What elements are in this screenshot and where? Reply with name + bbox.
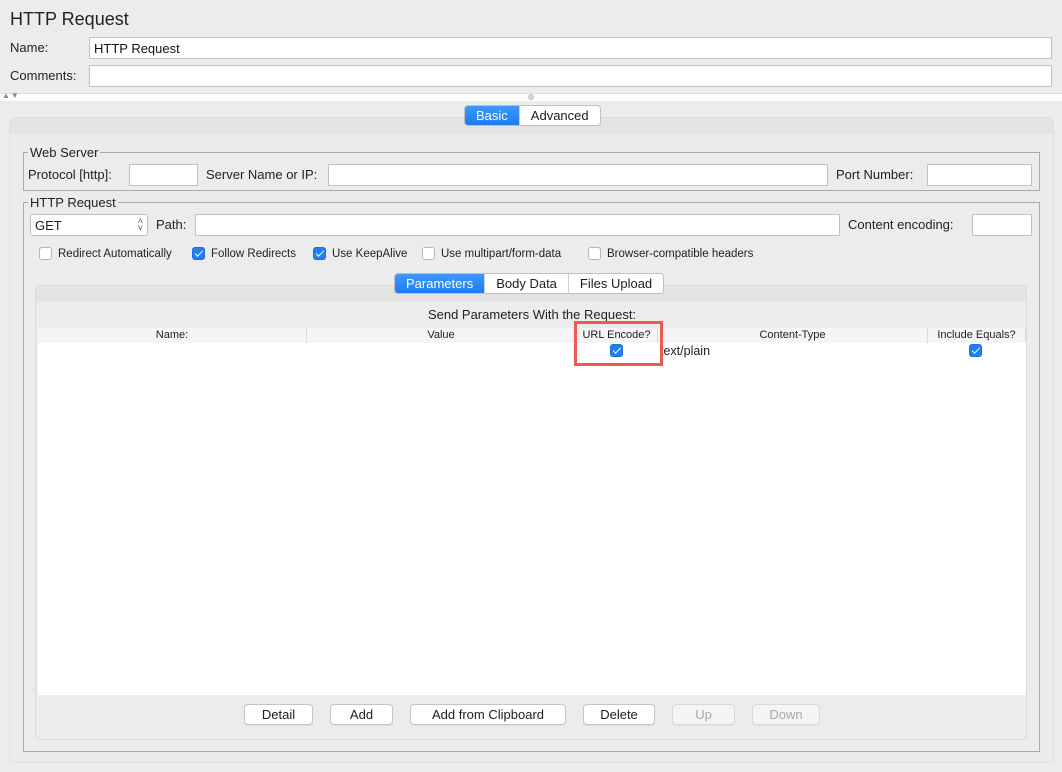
use-keepalive-option[interactable]: Use KeepAlive xyxy=(313,247,407,260)
splitter-arrows-icon[interactable]: ▲▼ xyxy=(2,91,20,100)
follow-redirects-option[interactable]: Follow Redirects xyxy=(192,247,296,260)
follow-redirects-checkbox[interactable] xyxy=(192,247,205,260)
down-button[interactable]: Down xyxy=(752,704,820,725)
tab-basic[interactable]: Basic xyxy=(465,106,519,125)
add-from-clipboard-button[interactable]: Add from Clipboard xyxy=(410,704,566,725)
redirect-automatically-checkbox[interactable] xyxy=(39,247,52,260)
follow-redirects-label: Follow Redirects xyxy=(211,247,296,260)
use-multipart-checkbox[interactable] xyxy=(422,247,435,260)
redirect-automatically-option[interactable]: Redirect Automatically xyxy=(39,247,172,260)
up-button[interactable]: Up xyxy=(672,704,735,725)
comments-input[interactable] xyxy=(89,65,1052,87)
column-header-name[interactable]: Name: xyxy=(38,328,307,343)
use-multipart-option[interactable]: Use multipart/form-data xyxy=(422,247,561,260)
browser-compatible-label: Browser-compatible headers xyxy=(607,247,754,260)
tab-files-upload[interactable]: Files Upload xyxy=(567,274,664,293)
add-button[interactable]: Add xyxy=(330,704,393,725)
delete-button[interactable]: Delete xyxy=(583,704,655,725)
comments-label: Comments: xyxy=(10,68,77,83)
server-name-input[interactable] xyxy=(328,164,828,186)
page-title: HTTP Request xyxy=(10,9,129,29)
redirect-automatically-label: Redirect Automatically xyxy=(58,247,172,260)
protocol-label: Protocol [http]: xyxy=(28,167,112,182)
browser-compatible-checkbox[interactable] xyxy=(588,247,601,260)
http-request-legend: HTTP Request xyxy=(28,195,118,210)
column-header-include-equals[interactable]: Include Equals? xyxy=(928,328,1026,343)
use-keepalive-label: Use KeepAlive xyxy=(332,247,408,260)
column-header-value[interactable]: Value xyxy=(307,328,576,343)
tab-parameters[interactable]: Parameters xyxy=(395,274,485,293)
main-tabs: Basic Advanced xyxy=(464,105,601,126)
sub-tabs: Parameters Body Data Files Upload xyxy=(394,273,665,294)
content-encoding-input[interactable] xyxy=(972,214,1032,236)
method-value: GET xyxy=(35,217,62,233)
tab-advanced[interactable]: Advanced xyxy=(518,106,600,125)
path-label: Path: xyxy=(156,217,187,232)
use-keepalive-checkbox[interactable] xyxy=(313,247,326,260)
use-multipart-label: Use multipart/form-data xyxy=(441,247,562,260)
table-row[interactable]: text/plain xyxy=(38,343,1026,360)
chevron-up-down-icon: ˄ ˅ xyxy=(137,216,143,233)
parameters-table-title: Send Parameters With the Request: xyxy=(427,307,637,322)
name-input[interactable] xyxy=(89,37,1052,59)
server-name-label: Server Name or IP: xyxy=(206,167,318,182)
splitter-handle-icon[interactable] xyxy=(528,94,534,100)
browser-compatible-option[interactable]: Browser-compatible headers xyxy=(588,247,753,260)
row-url-encode-checkbox[interactable] xyxy=(610,344,623,357)
row-content-type-cell[interactable]: text/plain xyxy=(660,344,710,358)
port-input[interactable] xyxy=(927,164,1032,186)
protocol-input[interactable] xyxy=(129,164,198,186)
parameters-table-header: Name: Value URL Encode? Content-Type Inc… xyxy=(38,328,1026,343)
tab-body-data[interactable]: Body Data xyxy=(484,274,568,293)
path-input[interactable] xyxy=(195,214,840,236)
port-label: Port Number: xyxy=(836,167,914,182)
parameters-table-body[interactable] xyxy=(38,343,1026,695)
column-header-url-encode[interactable]: URL Encode? xyxy=(576,328,658,343)
name-label: Name: xyxy=(10,40,49,55)
column-header-content-type[interactable]: Content-Type xyxy=(658,328,928,343)
content-encoding-label: Content encoding: xyxy=(848,217,954,232)
web-server-legend: Web Server xyxy=(28,145,101,160)
row-include-equals-checkbox[interactable] xyxy=(969,344,982,357)
detail-button[interactable]: Detail xyxy=(244,704,313,725)
method-select[interactable]: GET ˄ ˅ xyxy=(30,214,148,236)
